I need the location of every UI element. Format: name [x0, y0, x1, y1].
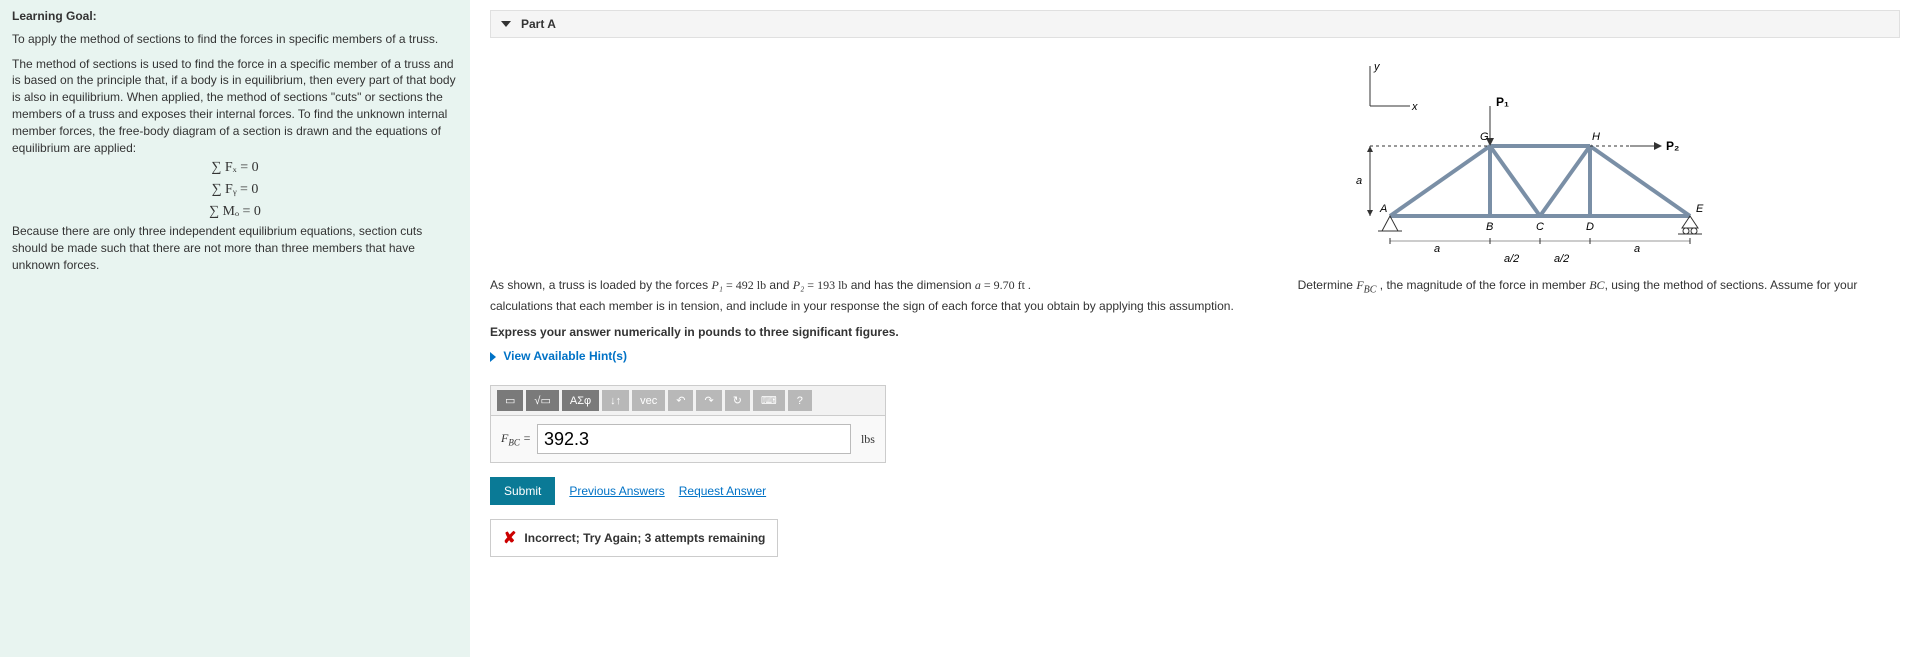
help-button[interactable]: ?	[788, 390, 812, 411]
equation-toolbar: ▭ √▭ ΑΣφ ↓↑ vec ↶ ↷ ↻ ⌨ ?	[491, 386, 885, 416]
learning-goal-p1: To apply the method of sections to find …	[12, 31, 458, 48]
node-g: G	[1480, 131, 1489, 143]
sqrt-button[interactable]: √▭	[526, 390, 558, 411]
dim-ah2: a/2	[1554, 253, 1569, 265]
previous-answers-link[interactable]: Previous Answers	[569, 484, 664, 498]
eq-sum-mo: ∑ Mₒ = 0	[12, 202, 458, 222]
load-p1-label: P₁	[1496, 95, 1509, 109]
part-a-header[interactable]: Part A	[490, 10, 1900, 38]
dim-a1: a	[1434, 243, 1440, 255]
incorrect-icon: ✘	[503, 528, 516, 548]
main-content: Part A y x	[470, 0, 1920, 657]
reset-button[interactable]: ↻	[725, 390, 750, 411]
template-button[interactable]: ▭	[497, 390, 523, 411]
node-a: A	[1379, 203, 1387, 215]
axis-y-label: y	[1373, 61, 1381, 73]
greek-button[interactable]: ΑΣφ	[562, 390, 599, 411]
node-b: B	[1486, 221, 1493, 233]
truss-figure: y x	[490, 56, 1900, 266]
part-label: Part A	[521, 17, 556, 31]
truss-svg: y x	[1340, 56, 1780, 266]
answer-box: ▭ √▭ ΑΣφ ↓↑ vec ↶ ↷ ↻ ⌨ ? FBC = lbs	[490, 385, 886, 463]
feedback-box: ✘ Incorrect; Try Again; 3 attempts remai…	[490, 519, 778, 557]
learning-goal-p3: Because there are only three independent…	[12, 223, 458, 273]
learning-goal-heading: Learning Goal:	[12, 8, 458, 25]
eq-sum-fy: ∑ Fᵧ = 0	[12, 180, 458, 200]
node-e: E	[1696, 203, 1704, 215]
node-c: C	[1536, 221, 1544, 233]
answer-input[interactable]	[537, 424, 851, 454]
question-text: As shown, a truss is loaded by the force…	[490, 276, 1900, 315]
dim-a-v: a	[1356, 175, 1362, 187]
answer-unit: lbs	[861, 432, 875, 447]
axis-x-label: x	[1411, 101, 1418, 113]
updown-button[interactable]: ↓↑	[602, 390, 629, 411]
eq-sum-fx: ∑ Fₓ = 0	[12, 158, 458, 178]
dim-a2: a	[1634, 243, 1640, 255]
redo-button[interactable]: ↷	[696, 390, 721, 411]
answer-instruction: Express your answer numerically in pound…	[490, 325, 1900, 339]
learning-goal-panel: Learning Goal: To apply the method of se…	[0, 0, 470, 657]
load-p2-label: P₂	[1666, 139, 1679, 153]
keyboard-button[interactable]: ⌨	[753, 390, 785, 411]
undo-button[interactable]: ↶	[668, 390, 693, 411]
caret-right-icon	[490, 352, 496, 362]
dim-ah1: a/2	[1504, 253, 1519, 265]
caret-down-icon	[501, 21, 511, 27]
learning-goal-p2: The method of sections is used to find t…	[12, 56, 458, 157]
node-d: D	[1586, 221, 1594, 233]
view-hints-link[interactable]: View Available Hint(s)	[490, 349, 627, 363]
request-answer-link[interactable]: Request Answer	[679, 484, 766, 498]
feedback-text: Incorrect; Try Again; 3 attempts remaini…	[524, 531, 765, 545]
submit-button[interactable]: Submit	[490, 477, 555, 505]
node-h: H	[1592, 131, 1600, 143]
answer-variable-label: FBC =	[501, 431, 531, 447]
vec-button[interactable]: vec	[632, 390, 665, 411]
